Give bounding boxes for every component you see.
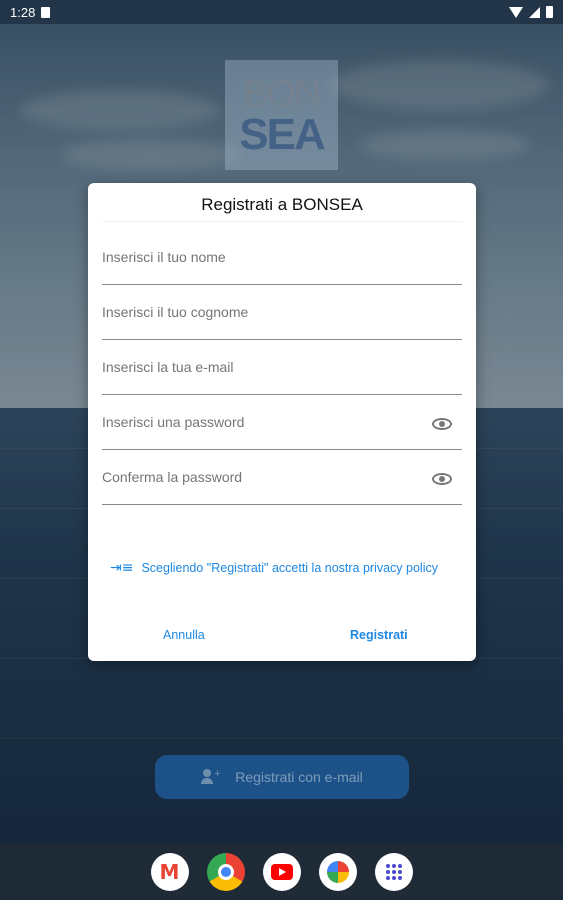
email-field[interactable]: Inserisci la tua e-mail: [102, 339, 462, 395]
privacy-policy-text: Scegliendo "Registrati" accetti la nostr…: [141, 561, 438, 575]
register-with-email-button[interactable]: + Registrati con e-mail: [155, 755, 409, 799]
status-icons: [509, 6, 553, 18]
dialog-title: Registrati a BONSEA: [201, 195, 363, 214]
cancel-button[interactable]: Annulla: [163, 628, 205, 642]
last-name-placeholder: Inserisci il tuo cognome: [102, 304, 249, 320]
sd-card-icon: [41, 6, 51, 18]
privacy-arrow-icon: ⇥≡: [110, 560, 134, 576]
app-drawer-icon[interactable]: [374, 852, 413, 891]
show-confirm-password-eye-icon[interactable]: [432, 473, 452, 485]
register-with-email-label: Registrati con e-mail: [235, 769, 363, 785]
add-person-icon: +: [201, 769, 221, 785]
logo-line-2: SEA: [239, 110, 325, 159]
app-dock: M: [0, 843, 563, 900]
gmail-icon[interactable]: M: [150, 852, 189, 891]
registration-dialog: Registrati a BONSEA Inserisci il tuo nom…: [88, 183, 476, 661]
youtube-icon[interactable]: [262, 852, 301, 891]
confirm-password-placeholder: Conferma la password: [102, 469, 243, 485]
privacy-policy-link[interactable]: ⇥≡ Scegliendo "Registrati" accetti la no…: [110, 560, 438, 576]
signal-icon: [529, 6, 540, 18]
status-time: 1:28: [10, 4, 36, 20]
title-divider: [102, 221, 462, 222]
confirm-password-field[interactable]: Conferma la password: [102, 449, 462, 505]
wifi-icon: [509, 6, 523, 18]
email-placeholder: Inserisci la tua e-mail: [102, 359, 234, 375]
password-placeholder: Inserisci una password: [102, 414, 245, 430]
first-name-placeholder: Inserisci il tuo nome: [102, 249, 226, 265]
password-field[interactable]: Inserisci una password: [102, 394, 462, 450]
battery-icon: [546, 6, 553, 18]
chrome-icon[interactable]: [206, 852, 245, 891]
first-name-field[interactable]: Inserisci il tuo nome: [102, 229, 462, 285]
status-bar: 1:28: [0, 0, 563, 24]
logo-line-1: BON: [243, 73, 321, 115]
register-button[interactable]: Registrati: [350, 628, 408, 642]
photos-icon[interactable]: [318, 852, 357, 891]
app-logo: BON SEA: [225, 60, 338, 170]
show-password-eye-icon[interactable]: [432, 418, 452, 430]
last-name-field[interactable]: Inserisci il tuo cognome: [102, 284, 462, 340]
